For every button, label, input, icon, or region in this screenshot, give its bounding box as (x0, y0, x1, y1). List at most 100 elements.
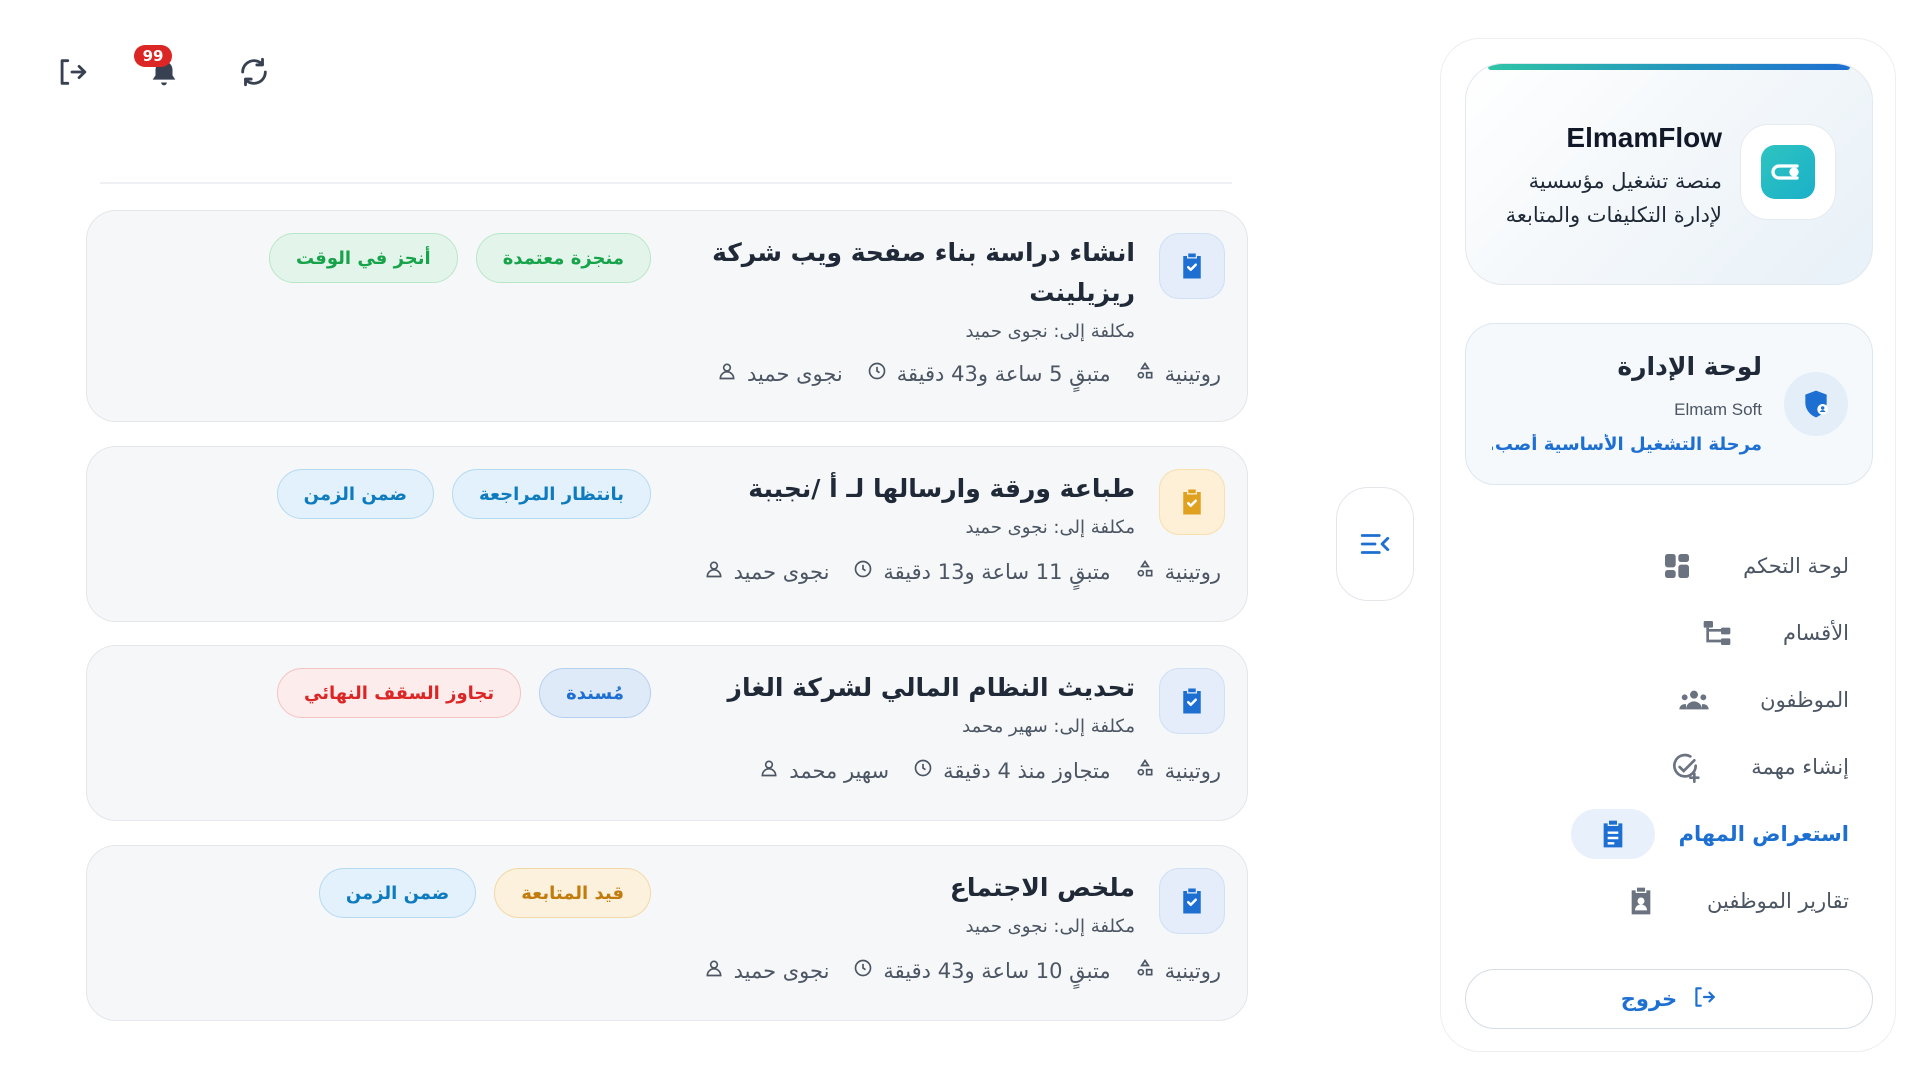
sidebar-item-1[interactable]: لوحة التحكم (1635, 541, 1849, 591)
brand-card: ElmamFlow منصة تشغيل مؤسسية لإدارة التكل… (1465, 63, 1873, 285)
shield-user-icon (1784, 372, 1848, 436)
sidebar-item-label: الأقسام (1783, 621, 1849, 645)
brand-accent-bar (1488, 64, 1850, 70)
person-icon (704, 958, 724, 983)
task-type-text: روتينية (1164, 758, 1221, 783)
org-tree-icon (1675, 608, 1759, 658)
task-title[interactable]: طباعة ورقة وارسالها لـ أ /نجيبة (705, 469, 1135, 509)
task-title[interactable]: تحديث النظام المالي لشركة الغاز (705, 668, 1135, 708)
status-badge: منجزة معتمدة (475, 233, 651, 283)
task-clipboard-icon (1159, 469, 1225, 535)
badge-icon (1599, 876, 1683, 926)
task-type-text: روتينية (1164, 559, 1221, 584)
task-clipboard-icon (1159, 233, 1225, 299)
task-time: متبقٍ 5 ساعة و43 دقيقة (867, 361, 1111, 386)
sidebar-nav: لوحة التحكم الأقسام الموظفون إنشاء مهمة … (1465, 527, 1873, 973)
status-badge: بانتظار المراجعة (452, 469, 651, 519)
brand-name: ElmamFlow (1566, 122, 1722, 153)
dashboard-icon (1635, 541, 1719, 591)
logout-icon (1691, 984, 1717, 1015)
task-assignee: مكلفة إلى: نجوى حميد (965, 916, 1135, 937)
person-icon (704, 559, 724, 584)
status-badge: قيد المتابعة (494, 868, 651, 918)
task-assignee: مكلفة إلى: سهير محمد (962, 716, 1135, 737)
panel-title: لوحة الإدارة (1617, 352, 1762, 381)
check-add-icon (1643, 742, 1727, 792)
content-divider (100, 182, 1232, 184)
sidebar-item-label: لوحة التحكم (1743, 554, 1849, 578)
people-icon (1652, 675, 1736, 725)
sidebar-item-3[interactable]: الموظفون (1652, 675, 1849, 725)
task-person-name: نجوى حميد (746, 361, 843, 386)
task-type: روتينية (1135, 758, 1221, 783)
task-time: متبقٍ 11 ساعة و13 دقيقة (853, 559, 1111, 584)
shapes-icon (1135, 958, 1155, 983)
sidebar-logout-button[interactable]: خروج (1465, 969, 1873, 1029)
task-type-text: روتينية (1164, 361, 1221, 386)
shapes-icon (1135, 361, 1155, 386)
admin-panel-card[interactable]: لوحة الإدارة Elmam Soft مرحلة التشغيل ال… (1465, 323, 1873, 485)
sidebar-item-label: تقارير الموظفين (1707, 889, 1849, 913)
clock-icon (913, 758, 933, 783)
sidebar-item-5[interactable]: استعراض المهام (1570, 809, 1849, 859)
task-person-name: نجوى حميد (733, 559, 830, 584)
brand-logo (1740, 124, 1836, 220)
timing-badge: ضمن الزمن (318, 868, 477, 918)
person-icon (759, 758, 779, 783)
task-clipboard-icon (1159, 668, 1225, 734)
sidebar-item-label: الموظفون (1760, 688, 1849, 712)
timing-badge: أنجز في الوقت (269, 233, 458, 283)
clock-icon (867, 361, 887, 386)
task-type: روتينية (1135, 361, 1221, 386)
task-card[interactable]: انشاء دراسة بناء صفحة ويب شركة ريزيلينت … (86, 210, 1248, 422)
status-badge: مُسندة (539, 668, 651, 718)
task-assignee: مكلفة إلى: نجوى حميد (965, 321, 1135, 342)
timing-badge: تجاوز السقف النهائي (277, 668, 522, 718)
phase-link[interactable]: مرحلة التشغيل الأساسية أصب... (1492, 434, 1762, 455)
timing-badge: ضمن الزمن (276, 469, 435, 519)
sidebar: ElmamFlow منصة تشغيل مؤسسية لإدارة التكل… (1440, 38, 1896, 1052)
task-time-text: متجاوز منذ 4 دقيقة (943, 758, 1111, 783)
task-person-name: سهير محمد (789, 758, 890, 783)
brand-description: منصة تشغيل مؤسسية لإدارة التكليفات والمت… (1505, 169, 1722, 227)
task-person: نجوى حميد (704, 559, 830, 584)
task-meta: نجوى حميد متبقٍ 11 ساعة و13 دقيقة روتيني… (690, 559, 1221, 584)
flow-logo-icon (1761, 145, 1815, 199)
task-person: نجوى حميد (717, 361, 843, 386)
task-card[interactable]: ملخص الاجتماع مكلفة إلى: نجوى حميد نجوى … (86, 845, 1248, 1021)
sidebar-collapse-button[interactable] (1336, 487, 1414, 601)
sidebar-item-2[interactable]: الأقسام (1675, 608, 1849, 658)
refresh-icon[interactable] (234, 52, 274, 92)
task-assignee: مكلفة إلى: نجوى حميد (965, 517, 1135, 538)
task-status-pills: بانتظار المراجعة ضمن الزمن (276, 469, 651, 519)
sidebar-item-label: إنشاء مهمة (1751, 755, 1849, 779)
task-status-pills: قيد المتابعة ضمن الزمن (318, 868, 651, 918)
task-clipboard-icon (1159, 868, 1225, 934)
task-title[interactable]: ملخص الاجتماع (705, 868, 1135, 908)
clipboard-icon (1570, 809, 1655, 859)
task-status-pills: مُسندة تجاوز السقف النهائي (277, 668, 651, 718)
task-status-pills: منجزة معتمدة أنجز في الوقت (269, 233, 651, 283)
clock-icon (853, 559, 873, 584)
notification-count-badge: 99 (134, 45, 172, 67)
task-meta: سهير محمد متجاوز منذ 4 دقيقة روتينية (745, 758, 1221, 783)
task-time-text: متبقٍ 10 ساعة و43 دقيقة (883, 958, 1111, 983)
clock-icon (853, 958, 873, 983)
task-person: سهير محمد (759, 758, 889, 783)
logout-icon[interactable] (52, 52, 92, 92)
task-card[interactable]: تحديث النظام المالي لشركة الغاز مكلفة إل… (86, 645, 1248, 821)
task-time: متجاوز منذ 4 دقيقة (913, 758, 1111, 783)
shapes-icon (1135, 559, 1155, 584)
task-type: روتينية (1135, 559, 1221, 584)
sidebar-item-6[interactable]: تقارير الموظفين (1599, 876, 1849, 926)
shapes-icon (1135, 758, 1155, 783)
sidebar-item-4[interactable]: إنشاء مهمة (1643, 742, 1849, 792)
task-person-name: نجوى حميد (733, 958, 830, 983)
task-time-text: متبقٍ 5 ساعة و43 دقيقة (896, 361, 1111, 386)
task-title[interactable]: انشاء دراسة بناء صفحة ويب شركة ريزيلينت (705, 233, 1135, 313)
task-card[interactable]: طباعة ورقة وارسالها لـ أ /نجيبة مكلفة إل… (86, 446, 1248, 622)
task-meta: نجوى حميد متبقٍ 10 ساعة و43 دقيقة روتيني… (690, 958, 1221, 983)
task-time: متبقٍ 10 ساعة و43 دقيقة (853, 958, 1111, 983)
task-meta: نجوى حميد متبقٍ 5 ساعة و43 دقيقة روتينية (703, 361, 1221, 386)
sidebar-item-label: استعراض المهام (1678, 822, 1849, 846)
